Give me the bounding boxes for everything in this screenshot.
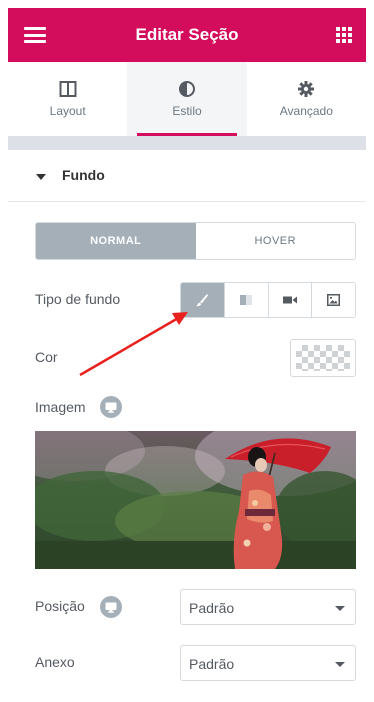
position-label: Posição: [35, 598, 85, 614]
tab-layout-label: Layout: [49, 104, 86, 118]
caret-down-icon: [36, 174, 46, 180]
bg-type-classic-button[interactable]: [181, 283, 224, 317]
state-switch: NORMAL HOVER: [35, 222, 356, 260]
tab-style[interactable]: Estilo: [127, 62, 247, 136]
video-icon: [282, 296, 297, 304]
bg-type-slideshow-button[interactable]: [311, 283, 355, 317]
responsive-desktop-icon[interactable]: [100, 596, 122, 618]
chevron-down-icon: [335, 606, 345, 611]
color-label: Cor: [35, 349, 58, 365]
attachment-label: Anexo: [35, 654, 75, 670]
section-heading-background[interactable]: Fundo: [8, 150, 366, 202]
panel-title: Editar Seção: [135, 25, 239, 44]
transparent-checker: [296, 345, 350, 371]
gear-icon: [298, 81, 315, 97]
monitor-icon: [105, 602, 117, 613]
tab-advanced[interactable]: Avançado: [247, 62, 366, 136]
bg-type-video-button[interactable]: [267, 283, 312, 317]
background-type-label: Tipo de fundo: [35, 291, 121, 307]
tab-layout[interactable]: Layout: [8, 62, 127, 136]
panel-header: Editar Seção: [8, 8, 366, 62]
attachment-select-value: Padrão: [189, 656, 235, 672]
image-label: Imagem: [35, 399, 86, 415]
position-select-value: Padrão: [189, 600, 235, 616]
responsive-desktop-icon[interactable]: [100, 396, 122, 418]
contrast-half-circle-icon: [178, 81, 195, 97]
background-type-group: [180, 282, 356, 318]
tab-advanced-label: Avançado: [279, 104, 333, 118]
chevron-down-icon: [335, 662, 345, 667]
tabs-divider: [8, 136, 366, 150]
kimono-umbrella-photo: [35, 431, 356, 569]
color-picker-swatch[interactable]: [290, 339, 356, 377]
gradient-icon: [240, 295, 253, 305]
tab-style-label: Estilo: [172, 104, 202, 118]
position-select[interactable]: Padrão: [180, 589, 356, 625]
editor-tabs: Layout Estilo Avançado: [8, 62, 366, 136]
layout-columns-icon: [59, 81, 77, 97]
background-image-preview[interactable]: [35, 431, 356, 569]
monitor-icon: [105, 402, 117, 413]
section-title: Fundo: [62, 167, 105, 183]
state-hover-tab[interactable]: HOVER: [195, 223, 355, 259]
slideshow-icon: [327, 294, 341, 306]
state-normal-tab[interactable]: NORMAL: [36, 223, 196, 259]
brush-icon: [196, 294, 209, 307]
bg-type-gradient-button[interactable]: [223, 283, 268, 317]
widgets-grid-icon[interactable]: [336, 27, 352, 43]
attachment-select[interactable]: Padrão: [180, 645, 356, 681]
